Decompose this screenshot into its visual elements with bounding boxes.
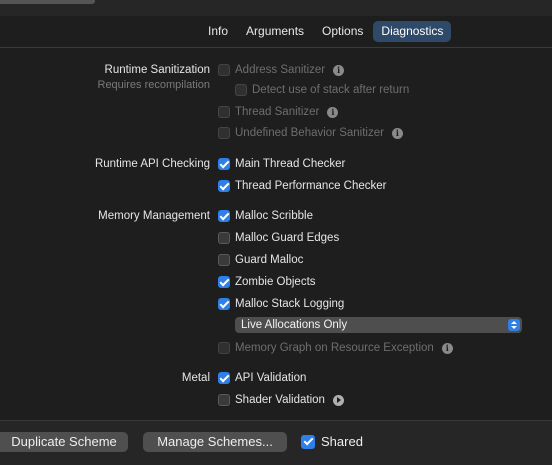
malloc-scribble-label: Malloc Scribble xyxy=(235,210,313,222)
thread-perf-checker-option: Thread Performance Checker xyxy=(218,178,386,194)
detect-stack-label: Detect use of stack after return xyxy=(252,84,410,96)
thread-sanitizer-checkbox[interactable] xyxy=(218,106,230,118)
zombie-objects-label: Zombie Objects xyxy=(235,276,316,288)
thread-sanitizer-label: Thread Sanitizer xyxy=(235,106,320,118)
malloc-scribble-checkbox[interactable] xyxy=(218,210,230,222)
api-validation-option: API Validation xyxy=(218,370,306,386)
shared-label: Shared xyxy=(321,434,363,449)
info-icon[interactable]: i xyxy=(333,64,345,76)
section-label-runtime-sanitization: Runtime Sanitization xyxy=(104,64,210,76)
tab-diagnostics[interactable]: Diagnostics xyxy=(373,21,452,42)
logging-mode-popup[interactable]: Live Allocations Only xyxy=(235,317,522,333)
guard-malloc-label: Guard Malloc xyxy=(235,254,304,266)
guard-malloc-checkbox[interactable] xyxy=(218,254,230,266)
scheme-tab-bar: Info Arguments Options Diagnostics xyxy=(200,21,453,43)
malloc-stack-logging-label: Malloc Stack Logging xyxy=(235,298,345,310)
duplicate-scheme-button[interactable]: Duplicate Scheme xyxy=(0,432,128,452)
ub-sanitizer-option: Undefined Behavior Sanitizer i xyxy=(218,125,403,141)
main-thread-checker-checkbox[interactable] xyxy=(218,158,230,170)
shader-validation-option: Shader Validation xyxy=(218,392,344,408)
memory-graph-option: Memory Graph on Resource Exception i xyxy=(218,340,453,356)
address-sanitizer-label: Address Sanitizer xyxy=(235,64,326,76)
detect-stack-option: Detect use of stack after return xyxy=(235,82,409,98)
ub-sanitizer-label: Undefined Behavior Sanitizer xyxy=(235,127,384,139)
api-validation-label: API Validation xyxy=(235,372,307,384)
memory-graph-label: Memory Graph on Resource Exception xyxy=(235,342,434,354)
shared-checkbox[interactable] xyxy=(301,434,315,449)
main-thread-checker-label: Main Thread Checker xyxy=(235,158,346,170)
info-icon[interactable]: i xyxy=(391,127,403,139)
shared-option: Shared xyxy=(301,434,363,449)
zombie-objects-checkbox[interactable] xyxy=(218,276,230,288)
ub-sanitizer-checkbox[interactable] xyxy=(218,127,230,139)
thread-perf-checker-label: Thread Performance Checker xyxy=(235,180,387,192)
guard-malloc-option: Guard Malloc xyxy=(218,252,303,268)
malloc-stack-logging-checkbox[interactable] xyxy=(218,298,230,310)
api-validation-checkbox[interactable] xyxy=(218,372,230,384)
address-sanitizer-option: Address Sanitizer i xyxy=(218,62,345,78)
detect-stack-checkbox[interactable] xyxy=(235,84,247,96)
tab-arguments[interactable]: Arguments xyxy=(238,21,312,42)
manage-schemes-button[interactable]: Manage Schemes... xyxy=(143,432,287,452)
zombie-objects-option: Zombie Objects xyxy=(218,274,316,290)
address-sanitizer-checkbox[interactable] xyxy=(218,64,230,76)
memory-graph-checkbox[interactable] xyxy=(218,342,230,354)
malloc-guard-edges-label: Malloc Guard Edges xyxy=(235,232,340,244)
logging-mode-value: Live Allocations Only xyxy=(241,319,348,331)
malloc-guard-edges-option: Malloc Guard Edges xyxy=(218,230,339,246)
section-sublabel-recompilation: Requires recompilation xyxy=(97,79,211,91)
malloc-scribble-option: Malloc Scribble xyxy=(218,208,313,224)
thread-perf-checker-checkbox[interactable] xyxy=(218,180,230,192)
tab-divider xyxy=(0,47,552,48)
window-title-strip xyxy=(0,0,552,16)
info-icon[interactable]: i xyxy=(327,106,339,118)
thread-sanitizer-option: Thread Sanitizer i xyxy=(218,104,339,120)
shader-validation-label: Shader Validation xyxy=(235,394,325,406)
title-fragment xyxy=(0,0,95,4)
popup-stepper-icon xyxy=(508,319,520,331)
malloc-guard-edges-checkbox[interactable] xyxy=(218,232,230,244)
arrow-right-circle-icon[interactable] xyxy=(332,394,344,406)
section-label-metal: Metal xyxy=(181,372,210,384)
section-label-memory: Memory Management xyxy=(98,210,210,222)
shader-validation-checkbox[interactable] xyxy=(218,394,230,406)
tab-info[interactable]: Info xyxy=(200,21,236,42)
section-label-runtime-api: Runtime API Checking xyxy=(94,158,210,170)
info-icon[interactable]: i xyxy=(441,342,453,354)
tab-options[interactable]: Options xyxy=(314,21,371,42)
malloc-stack-logging-option: Malloc Stack Logging xyxy=(218,296,344,312)
main-thread-checker-option: Main Thread Checker xyxy=(218,156,345,172)
